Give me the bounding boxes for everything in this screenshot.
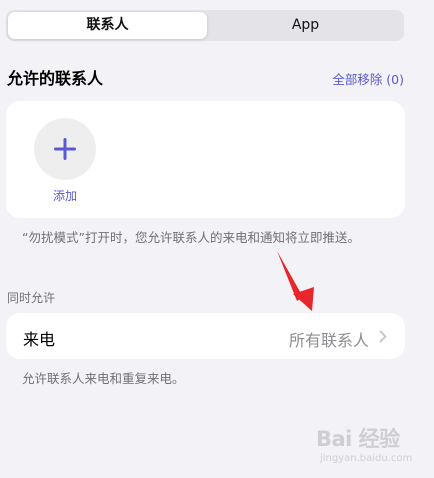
- watermark-logo: Bai 经验: [316, 427, 400, 451]
- watermark: Bai 经验 jingyan.baidu.com: [316, 423, 426, 469]
- red-arrow-icon: [277, 251, 314, 311]
- watermark-url: jingyan.baidu.com: [320, 453, 413, 464]
